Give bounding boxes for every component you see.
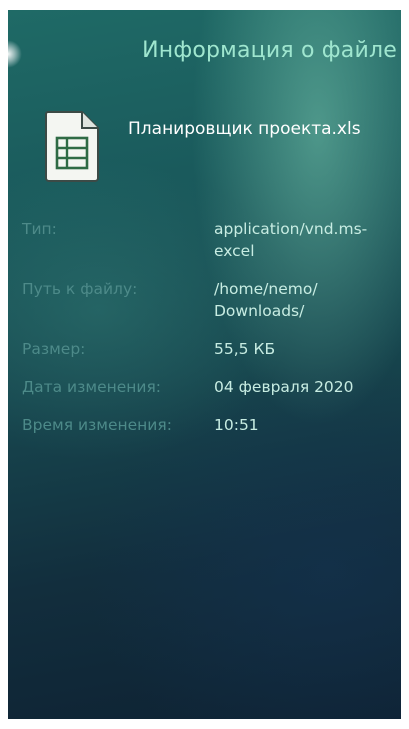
detail-value: 04 февраля 2020 xyxy=(214,378,354,396)
detail-row-size: Размер: 55,5 КБ xyxy=(8,338,401,360)
file-name: Планировщик проекта.xls xyxy=(128,119,361,139)
detail-value: 55,5 КБ xyxy=(214,340,276,358)
detail-row-type: Тип: application/vnd.ms-excel xyxy=(8,218,401,262)
detail-label: Время изменения: xyxy=(22,416,172,434)
detail-label: Дата изменения: xyxy=(22,378,162,396)
detail-row-modified-date: Дата изменения: 04 февраля 2020 xyxy=(8,376,401,398)
detail-label: Размер: xyxy=(22,340,86,358)
detail-value: /home/nemo/ Downloads/ xyxy=(214,280,318,320)
spreadsheet-icon xyxy=(45,111,99,182)
page-title: Информация о файле xyxy=(142,38,397,63)
detail-row-path: Путь к файлу: /home/nemo/ Downloads/ xyxy=(8,278,401,322)
detail-row-modified-time: Время изменения: 10:51 xyxy=(8,414,401,436)
pulley-menu-indicator[interactable] xyxy=(8,40,22,68)
detail-label: Путь к файлу: xyxy=(22,280,138,298)
details-list: Тип: application/vnd.ms-excel Путь к фай… xyxy=(8,218,401,436)
detail-value: 10:51 xyxy=(214,416,259,434)
detail-value: application/vnd.ms-excel xyxy=(214,220,368,260)
detail-label: Тип: xyxy=(22,220,57,238)
file-info-page: Информация о файле Планировщик проекта.x… xyxy=(8,10,401,719)
